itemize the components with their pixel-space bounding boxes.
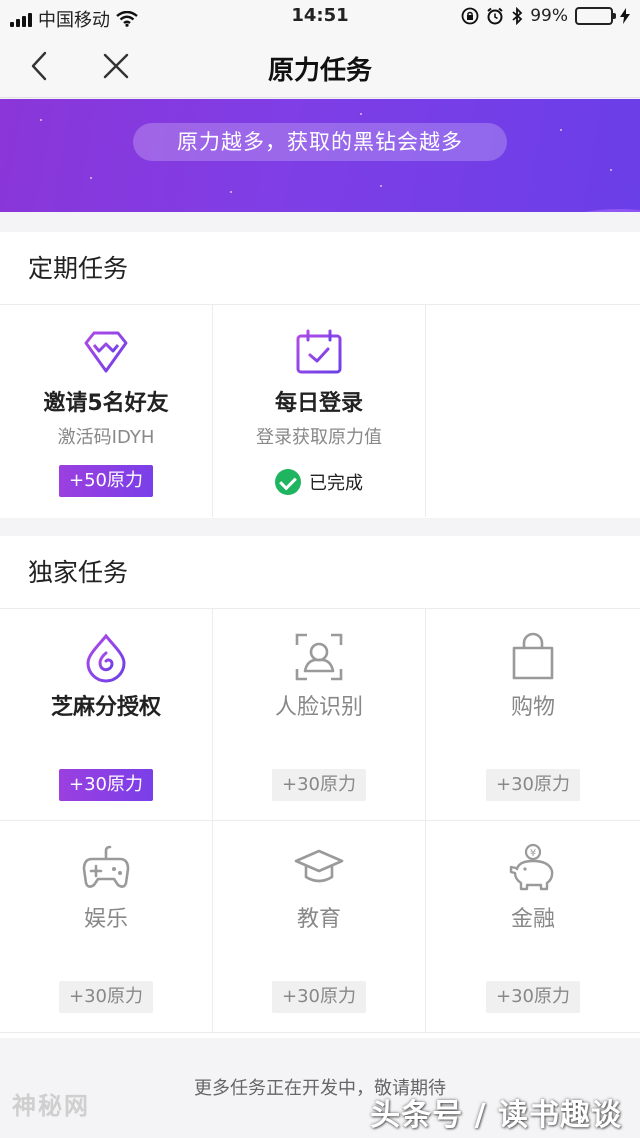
task-shopping[interactable]: 购物 +30原力 xyxy=(426,609,640,821)
charging-icon xyxy=(620,8,630,24)
task-face-recognition[interactable]: 人脸识别 +30原力 xyxy=(213,609,426,821)
page-title: 原力任务 xyxy=(267,56,372,86)
task-name: 芝麻分授权 xyxy=(50,695,161,720)
piggy-bank-icon: ¥ xyxy=(509,843,554,891)
task-sesame-auth[interactable]: 芝麻分授权 +30原力 xyxy=(0,609,213,821)
task-finance[interactable]: ¥ 金融 +30原力 xyxy=(426,821,640,1033)
status-right: 99% xyxy=(461,6,630,26)
watermark-right: 头条号 / 读书趣谈 xyxy=(370,1098,622,1133)
bluetooth-icon xyxy=(512,7,523,25)
reward-badge: +30原力 xyxy=(486,769,580,801)
completed-status: 已完成 xyxy=(213,469,425,495)
battery-percent: 99% xyxy=(530,6,568,26)
shopping-bag-icon xyxy=(512,632,554,680)
star xyxy=(360,113,362,115)
task-name: 每日登录 xyxy=(274,391,363,416)
section-title: 定期任务 xyxy=(0,232,640,305)
task-name: 娱乐 xyxy=(83,907,128,932)
check-circle-icon xyxy=(275,469,301,495)
rotation-lock-icon xyxy=(461,7,479,25)
star xyxy=(380,185,382,187)
star xyxy=(610,169,612,171)
close-icon[interactable] xyxy=(98,48,134,84)
star xyxy=(40,119,42,121)
reward-badge: +30原力 xyxy=(486,981,580,1013)
sesame-drop-icon xyxy=(86,633,126,683)
calendar-check-icon xyxy=(296,329,342,374)
battery-icon xyxy=(575,7,616,25)
nav-bar: 原力任务 xyxy=(0,34,640,98)
task-grid: 邀请5名好友 激活码IDYH +50原力 每日登录 登录获取原力值 已完成 xyxy=(0,305,640,517)
star xyxy=(90,177,92,179)
task-subtitle: 激活码IDYH xyxy=(57,427,155,448)
reward-badge: +30原力 xyxy=(59,981,153,1013)
task-name: 人脸识别 xyxy=(274,695,363,720)
banner-text: 原力越多，获取的黑钻会越多 xyxy=(133,123,507,161)
task-name: 邀请5名好友 xyxy=(43,391,169,416)
task-subtitle: 登录获取原力值 xyxy=(256,427,382,448)
star xyxy=(560,129,562,131)
exclusive-tasks-section: 独家任务 芝麻分授权 +30原力 人脸识别 +30原力 购物 +30原力 娱乐 … xyxy=(0,536,640,1038)
empty-cell xyxy=(426,305,640,517)
task-name: 购物 xyxy=(510,695,555,720)
gamepad-icon xyxy=(82,845,130,888)
task-invite-friends[interactable]: 邀请5名好友 激活码IDYH +50原力 xyxy=(0,305,213,517)
task-name: 教育 xyxy=(296,907,341,932)
completed-label: 已完成 xyxy=(309,473,363,494)
task-entertainment[interactable]: 娱乐 +30原力 xyxy=(0,821,213,1033)
alarm-icon xyxy=(487,7,503,25)
task-education[interactable]: 教育 +30原力 xyxy=(213,821,426,1033)
reward-badge: +30原力 xyxy=(272,981,366,1013)
diamond-icon xyxy=(84,331,128,373)
svg-text:¥: ¥ xyxy=(530,848,536,859)
status-bar: 中国移动 14:51 99% xyxy=(0,0,640,34)
reward-badge: +30原力 xyxy=(59,769,153,801)
banner: 原力越多，获取的黑钻会越多 xyxy=(0,99,640,212)
task-name: 金融 xyxy=(510,907,555,932)
star xyxy=(230,191,232,193)
graduation-cap-icon xyxy=(294,849,344,883)
periodic-tasks-section: 定期任务 邀请5名好友 激活码IDYH +50原力 每日登录 登录获取原力值 已… xyxy=(0,232,640,518)
section-title: 独家任务 xyxy=(0,536,640,609)
planet-graphic xyxy=(410,209,640,212)
watermark-left: 神秘网 xyxy=(12,1092,90,1120)
face-scan-icon xyxy=(295,633,343,681)
task-daily-login[interactable]: 每日登录 登录获取原力值 已完成 xyxy=(213,305,426,517)
reward-badge: +30原力 xyxy=(272,769,366,801)
back-arrow-icon[interactable] xyxy=(22,48,58,84)
task-grid: 芝麻分授权 +30原力 人脸识别 +30原力 购物 +30原力 娱乐 +30原力… xyxy=(0,609,640,1033)
reward-badge: +50原力 xyxy=(59,465,153,497)
